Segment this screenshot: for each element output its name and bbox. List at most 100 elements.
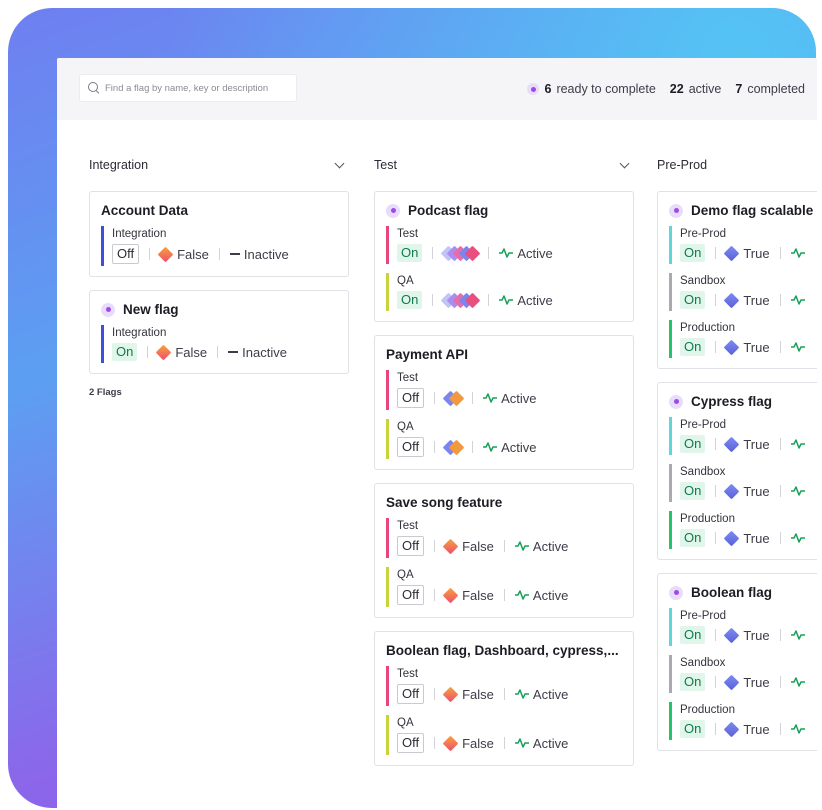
flag-name: New flag	[123, 302, 179, 317]
chevron-down-icon[interactable]	[619, 158, 630, 168]
value-text: True	[743, 483, 770, 499]
activity-pulse-icon	[499, 293, 514, 308]
flag-card[interactable]: Demo flag scalable Pre-Prod On True Sandbox O…	[657, 191, 817, 369]
activity-pulse-icon	[790, 628, 805, 643]
flag-status	[790, 675, 805, 690]
chevron-down-icon[interactable]	[334, 158, 345, 168]
search-icon	[88, 82, 100, 94]
toggle-state[interactable]: Off	[397, 684, 425, 704]
divider	[503, 589, 505, 601]
stat-completed[interactable]: 7 completed	[735, 82, 805, 96]
flag-card[interactable]: Boolean flag, Dashboard, cypress,... Test…	[374, 631, 634, 766]
flag-value: True	[724, 627, 770, 643]
toggle-state[interactable]: Off	[397, 536, 425, 556]
toggle-state[interactable]: On	[680, 244, 706, 262]
divider	[715, 723, 717, 735]
flag-value: True	[724, 483, 770, 499]
toggle-state[interactable]: Off	[397, 437, 425, 457]
flag-card[interactable]: Payment API Test Off Active QA Off Active	[374, 335, 634, 470]
divider	[503, 688, 505, 700]
toggle-state[interactable]: Off	[397, 388, 425, 408]
variation-diamond-icon	[157, 246, 174, 262]
search-input[interactable]	[105, 82, 295, 94]
activity-pulse-icon	[790, 437, 805, 452]
status-text: Active	[517, 292, 553, 308]
column-header[interactable]: Pre-Prod	[657, 156, 817, 174]
flag-card[interactable]: Cypress flag Pre-Prod On True Sandbox On True P…	[657, 382, 817, 560]
flag-card[interactable]: Podcast flag Test On Active QA On Active	[374, 191, 634, 322]
column-header[interactable]: Test	[374, 156, 634, 174]
column-header[interactable]: Integration	[89, 156, 349, 174]
toggle-state[interactable]: Off	[397, 733, 425, 753]
toggle-state[interactable]: Off	[112, 244, 140, 264]
stat-ready[interactable]: 6 ready to complete	[527, 82, 656, 96]
status-text: Inactive	[242, 344, 287, 360]
toggle-state[interactable]: On	[680, 529, 706, 547]
divider	[432, 294, 434, 306]
flag-status: Active	[514, 588, 568, 603]
flag-card[interactable]: Save song feature Test Off False Active QA Off…	[374, 483, 634, 618]
status-text: Active	[532, 538, 569, 554]
divider	[434, 540, 436, 552]
status-text: Active	[517, 245, 553, 261]
toggle-state[interactable]: On	[680, 673, 706, 691]
environment-name: Pre-Prod	[680, 228, 727, 240]
flag-value: False	[442, 538, 494, 554]
environment-block: Sandbox On True	[669, 464, 817, 502]
environment-block: QA Off False Active	[386, 715, 622, 755]
activity-pulse-icon	[483, 391, 498, 406]
toggle-state[interactable]: On	[680, 338, 706, 356]
toggle-state[interactable]: On	[680, 291, 706, 309]
ready-dot-icon	[527, 83, 540, 95]
environment-row: Off False Active	[397, 536, 622, 556]
activity-pulse-icon	[514, 539, 529, 554]
environment-row: On True	[680, 244, 817, 262]
variation-diamond-icon	[156, 344, 172, 360]
value-text: True	[743, 627, 770, 643]
divider	[779, 247, 781, 259]
flag-card[interactable]: Account Data Integration Off False Inactive	[89, 191, 349, 277]
ready-label: ready to complete	[556, 82, 656, 96]
toggle-state[interactable]: On	[112, 343, 138, 361]
flag-name: Boolean flag	[691, 585, 773, 600]
toggle-state[interactable]: On	[680, 720, 706, 738]
environment-row: On True	[680, 435, 817, 453]
flag-status: Active	[514, 538, 569, 554]
environment-block: Production On True	[669, 511, 817, 549]
value-text: False	[177, 246, 209, 262]
top-bar: 6 ready to complete 22 active 7 complete…	[57, 58, 817, 120]
divider	[715, 485, 717, 497]
ready-dot-icon	[669, 394, 683, 409]
flag-card[interactable]: Boolean flag Pre-Prod On True Sandbox On True P…	[657, 573, 817, 751]
variation-diamond-icon	[724, 339, 740, 355]
divider	[472, 392, 474, 404]
divider	[218, 248, 220, 260]
environment-name: QA	[397, 717, 414, 729]
flag-status	[790, 437, 805, 452]
flag-status: Active	[483, 391, 537, 406]
column-pre-prod: Pre-Prod Demo flag scalable Pre-Prod On True…	[657, 156, 817, 764]
status-text: Active	[532, 686, 569, 702]
flag-value	[441, 245, 481, 261]
divider	[779, 485, 781, 497]
environment-block: QA On Active	[386, 273, 622, 311]
stat-active[interactable]: 22 active	[670, 82, 722, 96]
column-test: Test Podcast flag Test On Active QA On Active Pa…	[374, 156, 634, 779]
card-title: Save song feature	[386, 495, 622, 510]
environment-name: Pre-Prod	[680, 419, 727, 431]
flag-name: Demo flag scalable	[691, 203, 814, 218]
toggle-state[interactable]: On	[680, 626, 706, 644]
search-box[interactable]	[79, 74, 297, 102]
value-text: True	[743, 721, 770, 737]
toggle-state[interactable]: On	[680, 482, 706, 500]
toggle-state[interactable]: Off	[397, 585, 425, 605]
environment-name: Sandbox	[680, 275, 726, 287]
toggle-state[interactable]: On	[397, 244, 423, 262]
activity-pulse-icon	[790, 484, 805, 499]
toggle-state[interactable]: On	[397, 291, 423, 309]
flag-card[interactable]: New flag Integration On False Inactive	[89, 290, 349, 374]
toggle-state[interactable]: On	[680, 435, 706, 453]
activity-pulse-icon	[514, 687, 529, 702]
activity-pulse-icon	[790, 340, 805, 355]
divider	[779, 294, 781, 306]
